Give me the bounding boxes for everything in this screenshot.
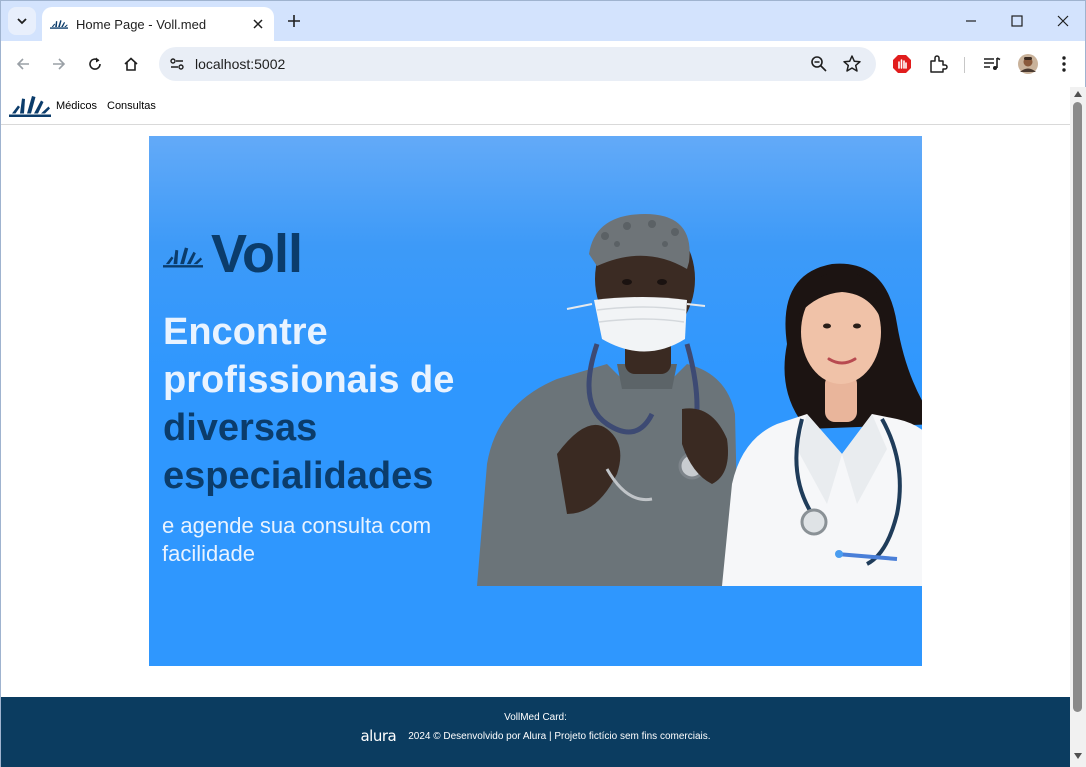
- zoom-icon[interactable]: [809, 54, 829, 74]
- chevron-down-icon: [17, 18, 27, 25]
- back-button[interactable]: [9, 50, 37, 78]
- headline-line-4: especialidades: [163, 455, 434, 497]
- site-info-icon[interactable]: [165, 52, 189, 76]
- scrollbar-thumb[interactable]: [1073, 102, 1082, 712]
- hero-subtitle: e agende sua consulta com facilidade: [162, 513, 432, 566]
- url-text[interactable]: localhost:5002: [195, 56, 285, 72]
- menu-icon[interactable]: [1053, 53, 1075, 75]
- close-icon[interactable]: [248, 14, 268, 34]
- window-close-icon: [1057, 15, 1069, 27]
- brand-wordmark: Voll: [211, 224, 303, 284]
- maximize-button[interactable]: [994, 1, 1040, 41]
- page-footer: VollMed Card: alura 2024 © Desenvolvido …: [1, 697, 1070, 767]
- tab-strip: Home Page - Voll.med: [1, 1, 1086, 41]
- footer-text: 2024 © Desenvolvido por Alura | Projeto …: [408, 730, 711, 742]
- male-doctor-figure: [477, 214, 739, 586]
- extensions-icon[interactable]: [927, 53, 949, 75]
- adblock-icon[interactable]: [891, 53, 913, 75]
- voll-mark-icon: [163, 247, 203, 268]
- brand-logo: Voll: [163, 224, 303, 284]
- vertical-scrollbar[interactable]: [1070, 87, 1086, 767]
- minimize-button[interactable]: [948, 1, 994, 41]
- headline-line-3: diversas: [163, 407, 318, 449]
- browser-toolbar: localhost:5002: [1, 41, 1085, 87]
- maximize-icon: [1011, 15, 1023, 27]
- footer-credits: alura 2024 © Desenvolvido por Alura | Pr…: [1, 727, 1070, 745]
- alura-logo[interactable]: alura: [360, 727, 396, 745]
- profile-avatar[interactable]: [1017, 53, 1039, 75]
- plus-icon: [288, 15, 300, 27]
- toolbar-divider: [964, 57, 965, 73]
- back-icon: [16, 58, 29, 70]
- nav-link-consultas[interactable]: Consultas: [107, 100, 156, 112]
- forward-icon: [53, 58, 66, 70]
- scroll-up-arrow-icon[interactable]: [1074, 91, 1082, 97]
- hero-banner: Voll Encontre profissionais de diversas …: [149, 136, 922, 666]
- scroll-down-arrow-icon[interactable]: [1074, 753, 1082, 759]
- hero-headline: Encontre profissionais de diversas espec…: [163, 308, 493, 500]
- headline-line-1: Encontre: [163, 311, 328, 353]
- active-tab[interactable]: Home Page - Voll.med: [42, 7, 274, 41]
- media-icon[interactable]: [981, 53, 1003, 75]
- doctors-image: [477, 214, 922, 586]
- tab-title: Home Page - Voll.med: [76, 16, 207, 32]
- voll-logo-icon[interactable]: [9, 95, 51, 117]
- headline-line-2: profissionais de: [163, 359, 455, 401]
- forward-button[interactable]: [45, 50, 73, 78]
- favicon-icon: [50, 15, 68, 33]
- reload-icon: [89, 57, 101, 70]
- star-icon[interactable]: [842, 54, 862, 74]
- browser-chrome: Home Page - Voll.med localhost:5002: [0, 0, 1086, 87]
- window-close-button[interactable]: [1040, 1, 1086, 41]
- tab-search-button[interactable]: [8, 7, 36, 35]
- address-bar[interactable]: localhost:5002: [159, 47, 876, 81]
- new-tab-button[interactable]: [283, 10, 305, 32]
- footer-title: VollMed Card:: [504, 712, 567, 723]
- nav-link-medicos[interactable]: Médicos: [56, 100, 97, 112]
- top-navigation: Médicos Consultas: [1, 87, 1070, 125]
- home-button[interactable]: [117, 50, 145, 78]
- home-icon: [124, 57, 138, 71]
- female-doctor-figure: [722, 263, 922, 586]
- minimize-icon: [966, 20, 976, 22]
- reload-button[interactable]: [81, 50, 109, 78]
- page-viewport: Médicos Consultas Voll Encontre profissi…: [1, 87, 1070, 767]
